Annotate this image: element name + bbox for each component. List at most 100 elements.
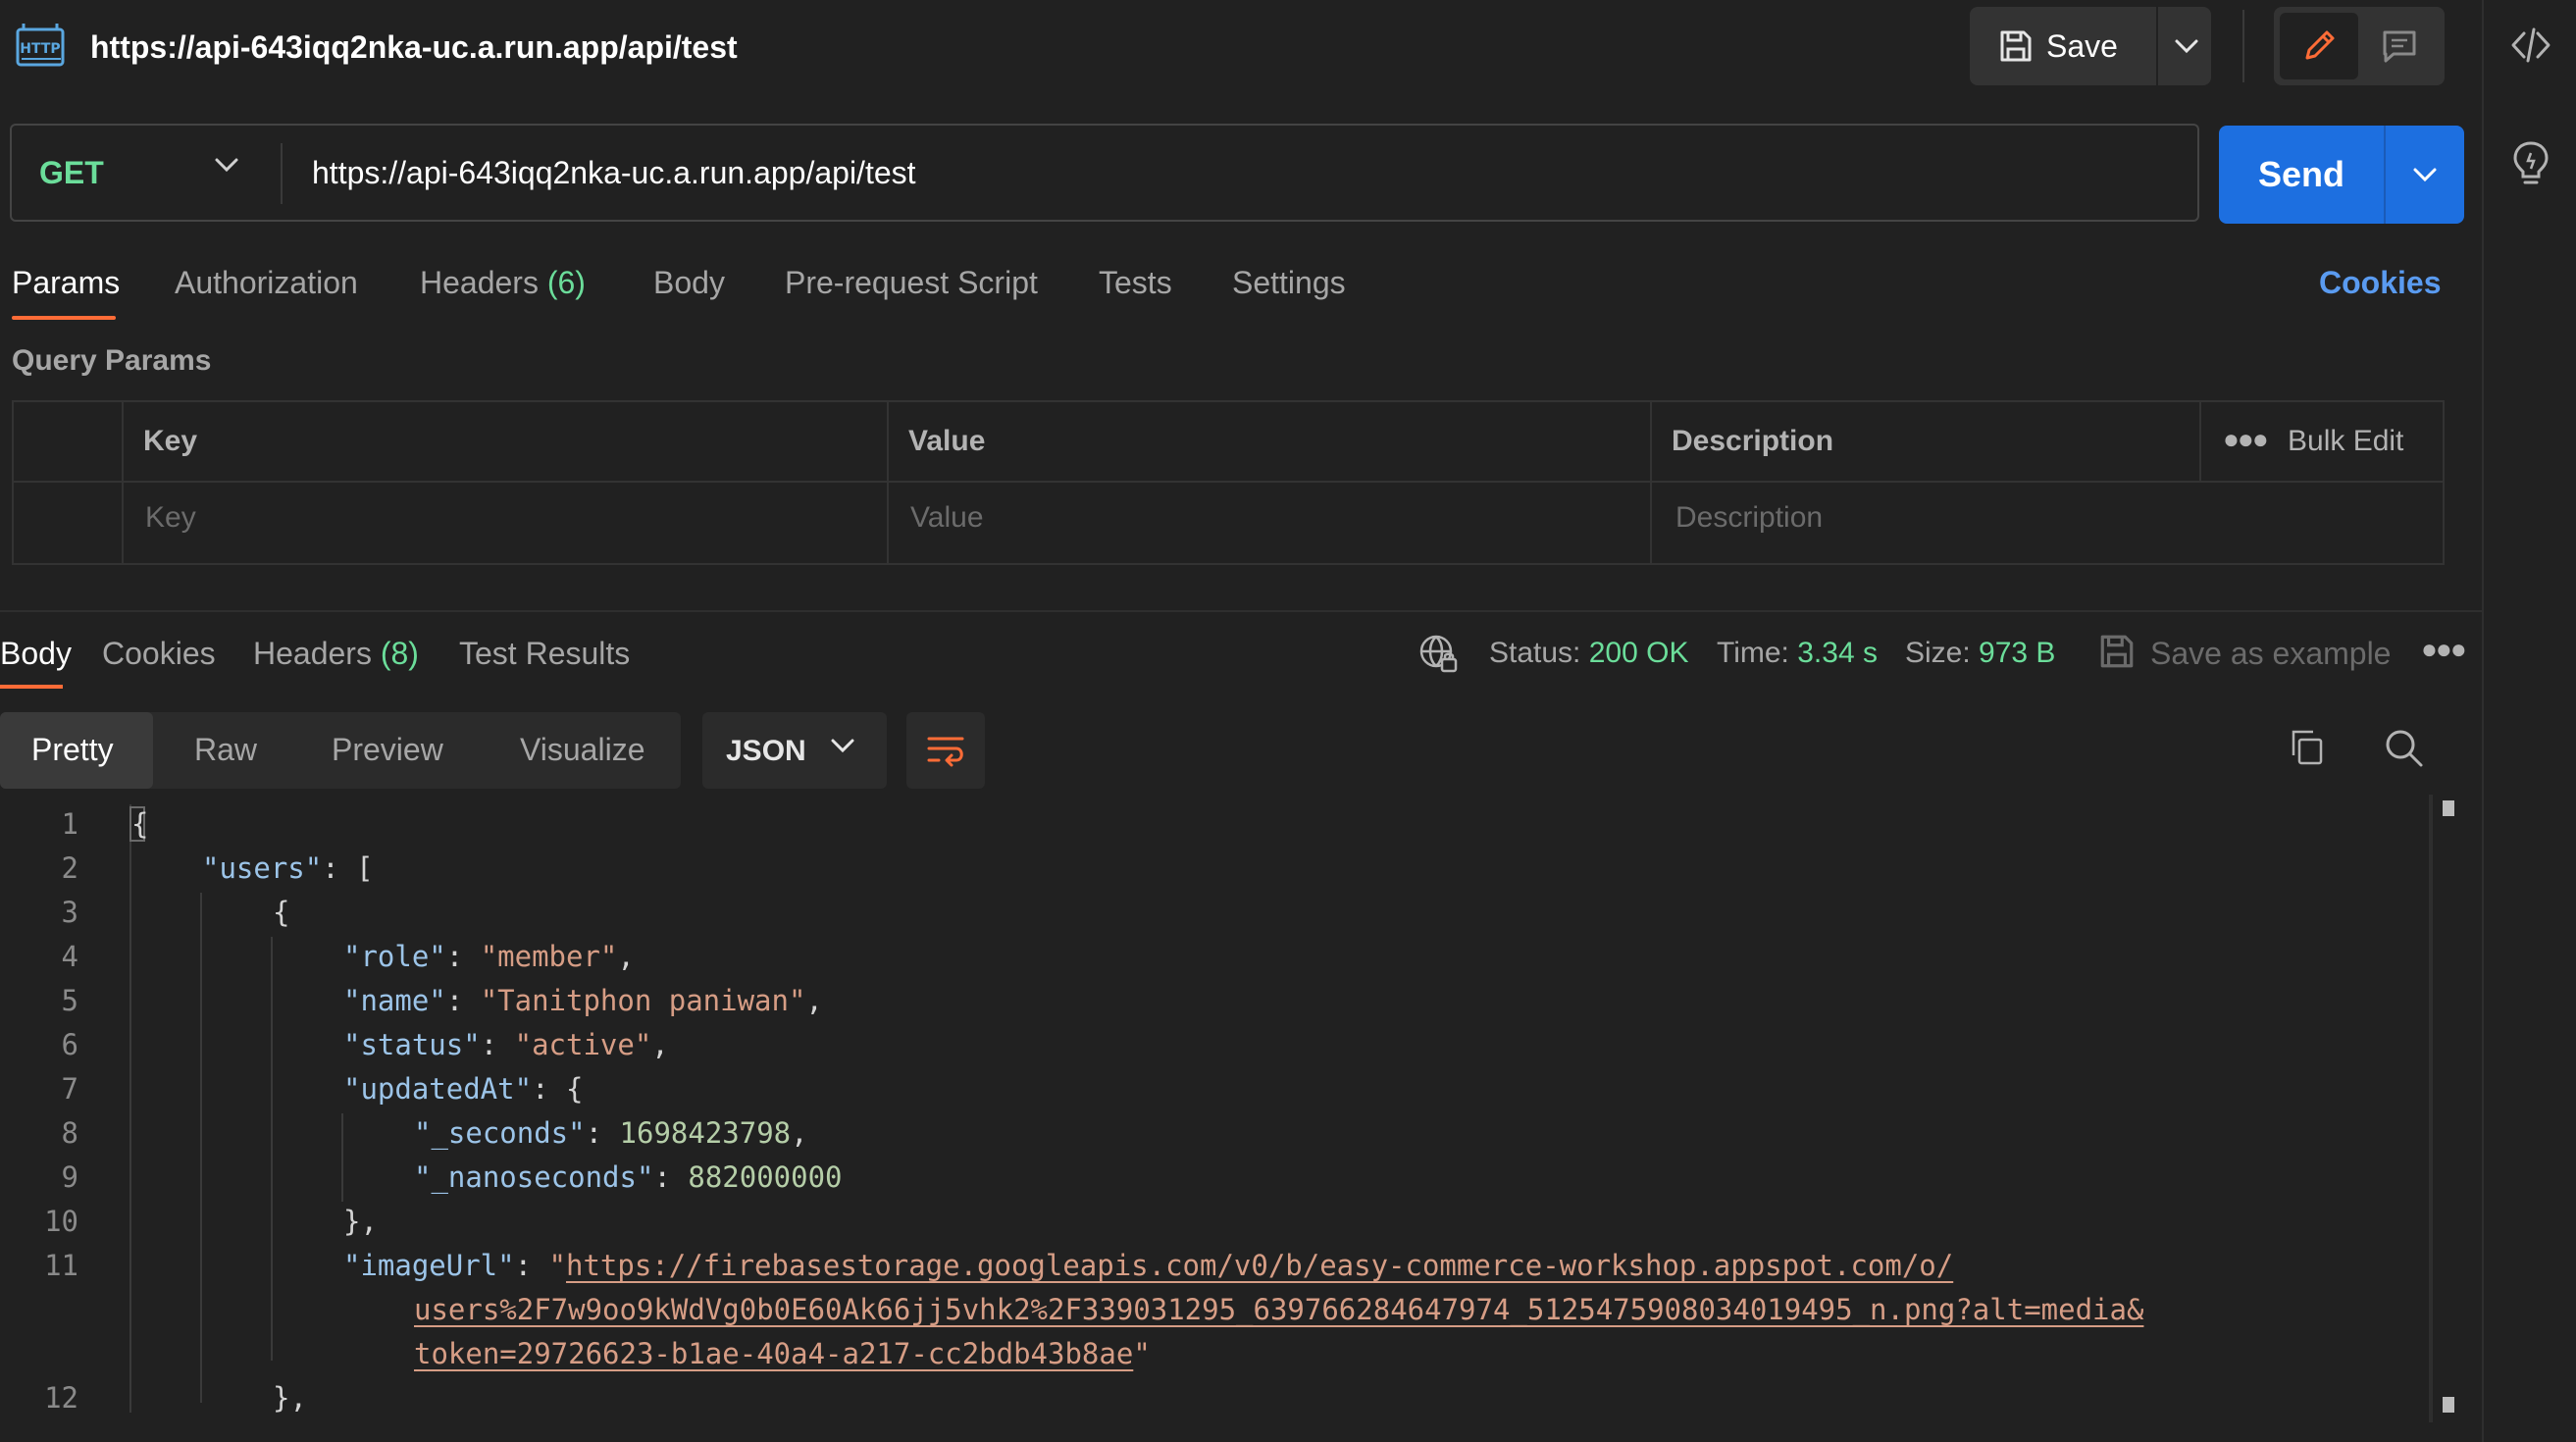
search-icon[interactable] (2382, 726, 2425, 774)
size-value[interactable]: 973 B (1979, 637, 2055, 669)
image-url-link[interactable]: users%2F7w9oo9kWdVg0b0E60Ak66jj5vhk2%2F3… (414, 1293, 2143, 1326)
tab-body[interactable]: Body (653, 261, 725, 304)
tab-prerequest-script[interactable]: Pre-request Script (785, 261, 1038, 304)
value-input[interactable]: Value (910, 496, 984, 540)
line-number: 2 (61, 851, 78, 885)
view-visualize-button[interactable]: Visualize (520, 728, 644, 771)
pencil-icon (2305, 30, 2335, 60)
line-number: 5 (61, 984, 78, 1017)
response-headers-count: (8) (380, 636, 419, 671)
description-input[interactable]: Description (1675, 496, 1823, 540)
tab-tests[interactable]: Tests (1099, 261, 1172, 304)
scroll-down-marker[interactable] (2443, 1397, 2454, 1413)
network-globe-icon[interactable] (1417, 632, 1460, 680)
active-tab-indicator (0, 685, 63, 689)
send-dropdown-button[interactable] (2386, 126, 2464, 224)
indent-guide (271, 937, 273, 1361)
size: Size: 973 B (1905, 632, 2055, 675)
language-label: JSON (726, 735, 806, 767)
save-dropdown-button[interactable] (2156, 7, 2215, 85)
json-punct: : [ (322, 851, 374, 885)
key-column-header: Key (143, 425, 198, 457)
json-key: "users" (202, 851, 323, 885)
key-input[interactable]: Key (145, 496, 196, 540)
description-column-header: Description (1672, 425, 1834, 457)
divider (1650, 400, 1652, 565)
save-label: Save (2046, 27, 2118, 64)
status-value[interactable]: 200 OK (1589, 637, 1689, 669)
method-select[interactable]: GET (39, 151, 104, 194)
divider (887, 400, 889, 565)
svg-text:HTTP: HTTP (20, 41, 60, 57)
line-number: 6 (61, 1028, 78, 1061)
code-icon[interactable] (2484, 24, 2576, 67)
image-url-link[interactable]: https://firebasestorage.googleapis.com/v… (566, 1249, 1953, 1282)
json-number: 1698423798 (619, 1116, 792, 1150)
json-number: 882000000 (688, 1160, 843, 1194)
json-key: "updatedAt" (343, 1072, 533, 1106)
response-headers-label: Headers (253, 636, 372, 671)
lightbulb-icon[interactable] (2484, 139, 2576, 186)
scrollbar[interactable] (2429, 795, 2433, 1422)
edit-mode-button[interactable] (2280, 13, 2358, 79)
view-raw-button[interactable]: Raw (194, 728, 257, 771)
chevron-down-icon[interactable] (214, 157, 239, 178)
response-tab-headers[interactable]: Headers (8) (253, 632, 419, 675)
chevron-down-icon (2413, 168, 2437, 182)
value-column-header: Value (908, 425, 986, 457)
json-key: "_nanoseconds" (414, 1160, 654, 1194)
save-icon (1997, 27, 2035, 65)
tab-params[interactable]: Params (12, 261, 120, 304)
save-as-example-button[interactable]: Save as example (2150, 632, 2391, 675)
json-key: "imageUrl" (343, 1249, 515, 1282)
url-input[interactable] (312, 151, 2176, 194)
line-number: 1 (61, 807, 78, 841)
active-tab-indicator (12, 316, 116, 320)
response-tab-cookies[interactable]: Cookies (102, 632, 216, 675)
divider (2199, 400, 2201, 481)
tab-headers-label: Headers (420, 265, 539, 300)
cookies-link[interactable]: Cookies (2319, 261, 2441, 304)
json-string: "Tanitphon paniwan" (480, 984, 806, 1017)
view-preview-button[interactable]: Preview (332, 728, 443, 771)
comments-button[interactable] (2358, 13, 2441, 79)
code-token: { (131, 807, 149, 841)
params-table (12, 400, 2445, 565)
json-punct: : { (532, 1072, 584, 1106)
more-options-icon[interactable]: ●●● (2223, 424, 2269, 455)
headers-count: (6) (546, 265, 586, 300)
more-options-icon[interactable]: ●●● (2421, 634, 2467, 665)
scroll-up-marker[interactable] (2443, 800, 2454, 816)
query-params-title: Query Params (12, 344, 212, 377)
response-tab-body[interactable]: Body (0, 632, 72, 675)
comment-icon (2383, 30, 2416, 63)
time-value[interactable]: 3.34 s (1797, 637, 1878, 669)
code-line: "updatedAt": { (343, 1067, 583, 1111)
response-tab-test-results[interactable]: Test Results (459, 632, 630, 675)
tab-authorization[interactable]: Authorization (175, 261, 358, 304)
tab-settings[interactable]: Settings (1232, 261, 1346, 304)
copy-icon[interactable] (2286, 726, 2329, 774)
send-button[interactable]: Send (2219, 126, 2384, 224)
json-key: "_seconds" (414, 1116, 586, 1150)
divider (2242, 10, 2244, 82)
divider (12, 481, 2445, 483)
http-icon: HTTP (14, 20, 69, 73)
status-label: Status: (1489, 637, 1581, 669)
code-line: users%2F7w9oo9kWdVg0b0E60Ak66jj5vhk2%2F3… (414, 1288, 2143, 1332)
time-label: Time: (1717, 637, 1789, 669)
line-number: 3 (61, 896, 78, 929)
request-title[interactable]: https://api-643iqq2nka-uc.a.run.app/api/… (90, 24, 738, 71)
wrap-lines-button[interactable] (906, 712, 985, 789)
json-key: "name" (343, 984, 446, 1017)
view-pretty-button[interactable]: Pretty (31, 728, 114, 771)
size-label: Size: (1905, 637, 1971, 669)
image-url-link[interactable]: token=29726623-b1ae-40a4-a217-cc2bdb43b8… (414, 1337, 1133, 1370)
line-number: 8 (61, 1116, 78, 1150)
json-string: "member" (480, 940, 618, 973)
code-line: "_seconds": 1698423798, (414, 1116, 808, 1150)
code-line: "name": "Tanitphon paniwan", (343, 984, 823, 1017)
tab-headers[interactable]: Headers (6) (420, 261, 586, 304)
bulk-edit-button[interactable]: Bulk Edit (2288, 420, 2403, 463)
divider (281, 143, 283, 204)
